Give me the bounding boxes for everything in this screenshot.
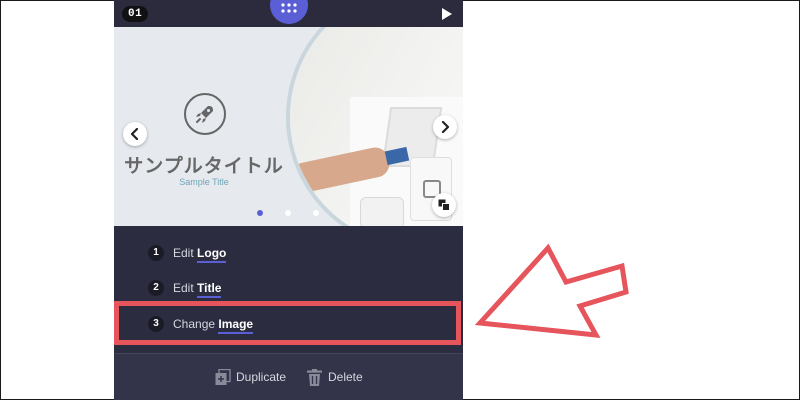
annotation-arrow-icon [474, 243, 629, 338]
